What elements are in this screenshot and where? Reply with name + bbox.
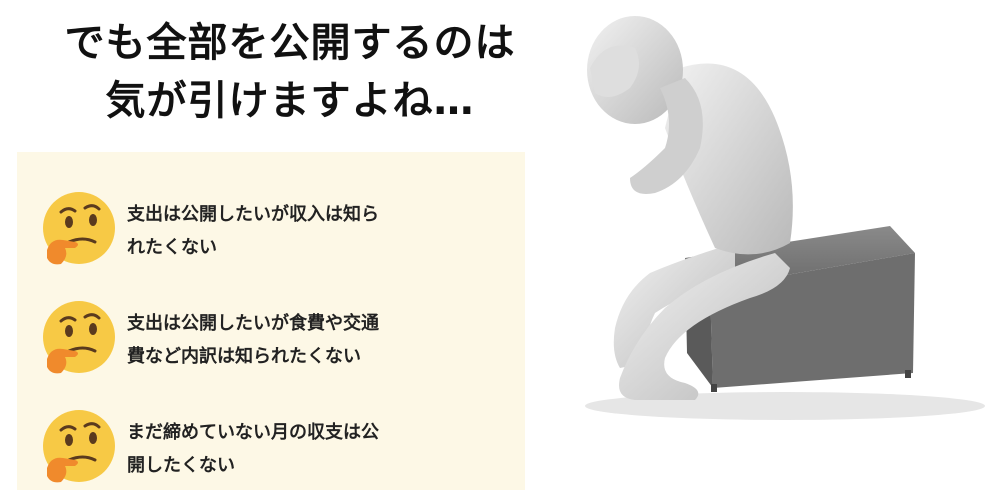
concern-text-line-2: 開したくない <box>127 455 235 476</box>
concern-text: まだ締めていない月の収支は公 開したくない <box>127 416 487 482</box>
concern-text: 支出は公開したいが食費や交通 費など内訳は知られたくない <box>127 307 487 373</box>
heading-line-1: でも全部を公開するのは <box>64 20 516 66</box>
thinking-face-icon <box>43 301 115 374</box>
heading: でも全部を公開するのは 気が引けますよね… <box>10 14 570 130</box>
concern-item: 支出は公開したいが食費や交通 費など内訳は知られたくない <box>35 299 515 389</box>
concern-text: 支出は公開したいが収入は知ら れたくない <box>127 198 487 264</box>
thinking-face-icon <box>43 410 115 483</box>
concern-text-line-2: 費など内訳は知られたくない <box>127 346 361 367</box>
concern-text-line-1: 支出は公開したいが食費や交通 <box>127 313 379 334</box>
concern-item: 支出は公開したいが収入は知ら れたくない <box>35 190 515 280</box>
thinking-face-icon <box>43 192 115 265</box>
concern-text-line-2: れたくない <box>127 237 217 258</box>
concern-item: まだ締めていない月の収支は公 開したくない <box>35 408 515 498</box>
concern-text-line-1: まだ締めていない月の収支は公 <box>127 422 379 443</box>
concerns-panel: 支出は公開したいが収入は知ら れたくない 支出は公開したいが食費や交通 費など内… <box>17 152 525 490</box>
concern-text-line-1: 支出は公開したいが収入は知ら <box>127 204 379 225</box>
heading-line-2: 気が引けますよね… <box>105 78 475 124</box>
troubled-person-illustration <box>585 16 985 420</box>
